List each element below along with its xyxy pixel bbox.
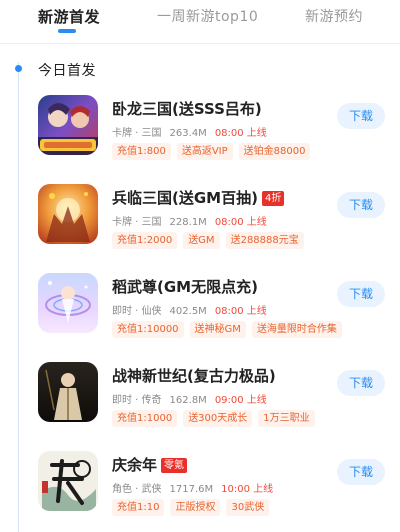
game-list-item[interactable]: 稻武尊(GM无限点充) 即时 · 仙侠 402.5M 08:00 上线 充值1:10… (0, 273, 400, 361)
download-button[interactable]: 下载 (337, 370, 385, 396)
tab-bar: 新游首发 一周新游top10 新游预约 (0, 0, 400, 44)
game-size: 228.1M (169, 217, 207, 228)
game-tags: 充值1:1000 送300天成长 1万三职业 (112, 410, 321, 427)
game-meta: 卡牌 · 三国 228.1M 08:00 上线 (112, 213, 267, 228)
game-icon (38, 451, 98, 511)
game-title: 庆余年 零氪 (112, 454, 188, 475)
game-tags: 充值1:2000 送GM 送288888元宝 (112, 232, 310, 249)
promo-badge: 零氪 (161, 458, 188, 473)
game-list-item[interactable]: 卧龙三国(送SSS吕布) 卡牌 · 三国 263.4M 08:00 上线 充值1:8… (0, 95, 400, 183)
game-list-item[interactable]: 兵临三国(送GM百抽) 4折 卡牌 · 三国 228.1M 08:00 上线 充值1:… (0, 184, 400, 272)
game-title: 兵临三国(送GM百抽) 4折 (112, 187, 285, 208)
game-meta: 角色 · 武侠 1717.6M 10:00 上线 (112, 480, 273, 495)
game-list-item[interactable]: 庆余年 零氪 角色 · 武侠 1717.6M 10:00 上线 充值1:10 正版授权 3… (0, 451, 400, 532)
game-size: 1717.6M (169, 484, 214, 495)
game-genre: 角色 · 武侠 (112, 484, 162, 495)
game-tag: 充值1:1000 (112, 410, 178, 427)
tab-weekly-top10[interactable]: 一周新游top10 (157, 6, 258, 26)
game-tag: 30武侠 (226, 499, 270, 516)
game-launch-time: 08:00 上线 (214, 306, 267, 317)
game-tag: 1万三职业 (258, 410, 315, 427)
game-genre: 即时 · 仙侠 (112, 306, 162, 317)
download-button[interactable]: 下载 (337, 103, 385, 129)
game-genre: 卡牌 · 三国 (112, 128, 162, 139)
game-tag: 送神秘GM (189, 321, 246, 338)
download-button[interactable]: 下载 (337, 459, 385, 485)
game-tag: 送GM (183, 232, 220, 249)
game-tag: 充值1:10000 (112, 321, 184, 338)
download-button[interactable]: 下载 (337, 192, 385, 218)
game-genre: 即时 · 传奇 (112, 395, 162, 406)
game-title: 战神新世纪(复古力极品) (112, 367, 276, 385)
game-tag: 充值1:10 (112, 499, 165, 516)
game-title: 卧龙三国(送SSS吕布) (112, 100, 262, 118)
game-tag: 送300天成长 (183, 410, 253, 427)
game-tag: 正版授权 (170, 499, 221, 516)
game-tag: 充值1:2000 (112, 232, 178, 249)
game-meta: 即时 · 仙侠 402.5M 08:00 上线 (112, 302, 267, 317)
discount-badge: 4折 (261, 191, 285, 206)
game-tag: 送铂金88000 (238, 143, 311, 160)
game-icon (38, 184, 98, 244)
game-tag: 充值1:800 (112, 143, 171, 160)
game-meta: 卡牌 · 三国 263.4M 08:00 上线 (112, 124, 267, 139)
game-launch-time: 08:00 上线 (214, 217, 267, 228)
game-icon (38, 273, 98, 333)
timeline-dot (15, 65, 22, 72)
tab-new-releases[interactable]: 新游首发 (38, 6, 100, 27)
game-title: 稻武尊(GM无限点充) (112, 278, 258, 296)
game-tags: 充值1:10000 送神秘GM 送海量限时合作集 (112, 321, 348, 338)
game-icon (38, 95, 98, 155)
section-title: 今日首发 (38, 63, 96, 79)
game-tag: 送288888元宝 (225, 232, 304, 249)
game-launch-time: 10:00 上线 (221, 484, 274, 495)
game-tags: 充值1:800 送高返VIP 送铂金88000 (112, 143, 316, 160)
game-meta: 即时 · 传奇 162.8M 09:00 上线 (112, 391, 267, 406)
game-size: 162.8M (169, 395, 207, 406)
game-launch-time: 08:00 上线 (214, 128, 267, 139)
tab-reservations[interactable]: 新游预约 (305, 6, 363, 26)
game-genre: 卡牌 · 三国 (112, 217, 162, 228)
game-launch-time: 09:00 上线 (214, 395, 267, 406)
game-tags: 充值1:10 正版授权 30武侠 (112, 499, 275, 516)
game-tag: 送海量限时合作集 (251, 321, 342, 338)
game-size: 263.4M (169, 128, 207, 139)
game-list-item[interactable]: 战神新世纪(复古力极品) 即时 · 传奇 162.8M 09:00 上线 充值1:1… (0, 362, 400, 450)
game-icon (38, 362, 98, 422)
game-tag: 送高返VIP (176, 143, 233, 160)
game-size: 402.5M (169, 306, 207, 317)
download-button[interactable]: 下载 (337, 281, 385, 307)
active-tab-indicator (58, 29, 76, 33)
